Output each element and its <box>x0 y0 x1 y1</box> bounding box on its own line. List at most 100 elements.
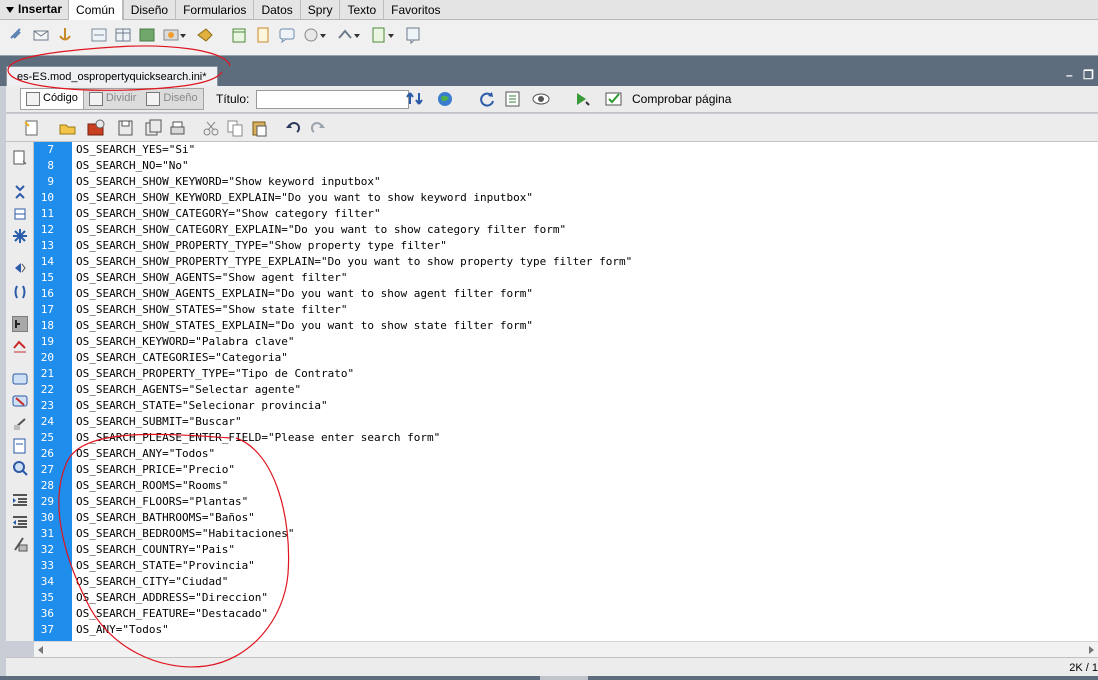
line-text[interactable]: OS_SEARCH_CATEGORIES="Categoria" <box>72 350 288 366</box>
code-line[interactable]: 17 OS_SEARCH_SHOW_STATES="Show state filt… <box>34 302 1098 318</box>
panel-expander-grip[interactable] <box>540 676 588 680</box>
server-include-icon[interactable] <box>254 26 272 44</box>
line-text[interactable]: OS_SEARCH_SUBMIT="Buscar" <box>72 414 242 430</box>
line-text[interactable]: OS_SEARCH_CITY="Ciudad" <box>72 574 228 590</box>
tab-spry[interactable]: Spry <box>299 0 340 19</box>
date-icon[interactable] <box>230 26 248 44</box>
code-editor[interactable]: 7 OS_SEARCH_YES="Si" 8 OS_SEARCH_NO="No" 9 OS… <box>34 142 1098 641</box>
tab-texto[interactable]: Texto <box>339 0 383 19</box>
line-text[interactable]: OS_SEARCH_SHOW_STATES="Show state filter… <box>72 302 348 318</box>
line-numbers-icon[interactable] <box>11 315 29 333</box>
comment-icon[interactable] <box>278 26 296 44</box>
code-line[interactable]: 28 OS_SEARCH_ROOMS="Rooms" <box>34 478 1098 494</box>
code-line[interactable]: 29 OS_SEARCH_FLOORS="Plantas" <box>34 494 1098 510</box>
cut-icon[interactable] <box>202 119 222 137</box>
code-line[interactable]: 36 OS_SEARCH_FEATURE="Destacado" <box>34 606 1098 622</box>
browse-in-bridge-icon[interactable] <box>86 119 106 137</box>
code-line[interactable]: 8 OS_SEARCH_NO="No" <box>34 158 1098 174</box>
new-document-icon[interactable] <box>22 119 42 137</box>
design-view-button[interactable]: Diseño <box>141 89 202 109</box>
images-icon[interactable] <box>162 26 186 44</box>
code-line[interactable]: 35 OS_SEARCH_ADDRESS="Direccion" <box>34 590 1098 606</box>
line-text[interactable]: OS_SEARCH_SHOW_PROPERTY_TYPE_EXPLAIN="Do… <box>72 254 632 270</box>
code-line[interactable]: 30 OS_SEARCH_BATHROOMS="Baños" <box>34 510 1098 526</box>
email-link-icon[interactable] <box>32 26 50 44</box>
code-line[interactable]: 19 OS_SEARCH_KEYWORD="Palabra clave" <box>34 334 1098 350</box>
code-line[interactable]: 31 OS_SEARCH_BEDROOMS="Habitaciones" <box>34 526 1098 542</box>
minimize-icon[interactable]: – <box>1066 68 1073 82</box>
line-text[interactable]: OS_SEARCH_PLEASE_ENTER_FIELD="Please ent… <box>72 430 440 446</box>
code-line[interactable]: 24 OS_SEARCH_SUBMIT="Buscar" <box>34 414 1098 430</box>
script-icon[interactable] <box>336 26 360 44</box>
code-line[interactable]: 22 OS_SEARCH_AGENTS="Selectar agente" <box>34 382 1098 398</box>
line-text[interactable]: OS_SEARCH_YES="Si" <box>72 142 195 158</box>
title-input[interactable] <box>256 90 409 109</box>
line-text[interactable]: OS_SEARCH_SHOW_CATEGORY="Show category f… <box>72 206 381 222</box>
highlight-invalid-code-icon[interactable] <box>12 338 28 354</box>
undo-icon[interactable] <box>284 119 304 137</box>
line-text[interactable]: OS_SEARCH_SHOW_PROPERTY_TYPE="Show prope… <box>72 238 447 254</box>
line-text[interactable]: OS_SEARCH_ADDRESS="Direccion" <box>72 590 268 606</box>
line-text[interactable]: OS_SEARCH_PROPERTY_TYPE="Tipo de Contrat… <box>72 366 354 382</box>
line-text[interactable]: OS_SEARCH_COUNTRY="Pais" <box>72 542 235 558</box>
line-text[interactable]: OS_SEARCH_KEYWORD="Palabra clave" <box>72 334 295 350</box>
wrap-tag-icon[interactable] <box>12 416 28 432</box>
code-line[interactable]: 27 OS_SEARCH_PRICE="Precio" <box>34 462 1098 478</box>
tab-comun[interactable]: Común <box>68 0 123 20</box>
move-css-icon[interactable] <box>12 460 28 476</box>
named-anchor-icon[interactable] <box>56 26 74 44</box>
tab-favoritos[interactable]: Favoritos <box>383 0 447 19</box>
line-text[interactable]: OS_SEARCH_BEDROOMS="Habitaciones" <box>72 526 295 542</box>
indent-code-icon[interactable] <box>12 492 28 508</box>
scroll-left-icon[interactable] <box>38 646 43 654</box>
code-line[interactable]: 14 OS_SEARCH_SHOW_PROPERTY_TYPE_EXPLAIN="… <box>34 254 1098 270</box>
save-icon[interactable] <box>116 119 136 137</box>
redo-icon[interactable] <box>308 119 328 137</box>
file-management-icon[interactable] <box>406 90 426 108</box>
collapse-full-tag-icon[interactable] <box>12 184 28 200</box>
line-text[interactable]: OS_SEARCH_PRICE="Precio" <box>72 462 235 478</box>
code-line[interactable]: 15 OS_SEARCH_SHOW_AGENTS="Show agent filt… <box>34 270 1098 286</box>
select-parent-tag-icon[interactable] <box>12 260 28 276</box>
visual-aids-icon[interactable] <box>532 90 552 108</box>
horizontal-rule-icon[interactable] <box>90 26 108 44</box>
scroll-right-icon[interactable] <box>1089 646 1094 654</box>
copy-icon[interactable] <box>226 119 246 137</box>
div-icon[interactable] <box>138 26 156 44</box>
line-text[interactable]: OS_SEARCH_ROOMS="Rooms" <box>72 478 228 494</box>
paste-icon[interactable] <box>250 119 270 137</box>
code-line[interactable]: 23 OS_SEARCH_STATE="Selecionar provincia" <box>34 398 1098 414</box>
refresh-icon[interactable] <box>478 90 498 108</box>
line-text[interactable]: OS_SEARCH_SHOW_KEYWORD_EXPLAIN="Do you w… <box>72 190 533 206</box>
code-line[interactable]: 26 OS_SEARCH_ANY="Todos" <box>34 446 1098 462</box>
remove-comment-icon[interactable] <box>12 394 28 410</box>
code-line[interactable]: 32 OS_SEARCH_COUNTRY="Pais" <box>34 542 1098 558</box>
code-line[interactable]: 13 OS_SEARCH_SHOW_PROPERTY_TYPE="Show pro… <box>34 238 1098 254</box>
line-text[interactable]: OS_SEARCH_NO="No" <box>72 158 189 174</box>
line-text[interactable]: OS_SEARCH_STATE="Selecionar provincia" <box>72 398 328 414</box>
code-line[interactable]: 21 OS_SEARCH_PROPERTY_TYPE="Tipo de Contr… <box>34 366 1098 382</box>
line-text[interactable]: OS_SEARCH_SHOW_STATES_EXPLAIN="Do you wa… <box>72 318 533 334</box>
view-options-icon[interactable] <box>504 90 524 108</box>
print-code-icon[interactable] <box>168 119 188 137</box>
restore-icon[interactable]: ❐ <box>1083 68 1094 82</box>
tag-chooser-icon[interactable] <box>404 26 422 45</box>
code-line[interactable]: 25 OS_SEARCH_PLEASE_ENTER_FIELD="Please e… <box>34 430 1098 446</box>
line-text[interactable]: OS_SEARCH_SHOW_AGENTS_EXPLAIN="Do you wa… <box>72 286 533 302</box>
code-line[interactable]: 12 OS_SEARCH_SHOW_CATEGORY_EXPLAIN="Do yo… <box>34 222 1098 238</box>
collapse-triangle-icon[interactable] <box>6 6 14 13</box>
line-text[interactable]: OS_SEARCH_BATHROOMS="Baños" <box>72 510 255 526</box>
balance-braces-icon[interactable] <box>12 284 28 300</box>
code-line[interactable]: 18 OS_SEARCH_SHOW_STATES_EXPLAIN="Do you … <box>34 318 1098 334</box>
open-documents-icon[interactable] <box>12 150 28 166</box>
line-text[interactable]: OS_SEARCH_FLOORS="Plantas" <box>72 494 248 510</box>
format-source-icon[interactable] <box>12 536 28 552</box>
document-tab[interactable]: es-ES.mod_ospropertyquicksearch.ini* <box>6 66 218 86</box>
hyperlink-icon[interactable] <box>8 26 26 44</box>
check-page-icon[interactable] <box>604 90 624 108</box>
line-text[interactable]: OS_ANY="Todos" <box>72 622 169 638</box>
code-line[interactable]: 34 OS_SEARCH_CITY="Ciudad" <box>34 574 1098 590</box>
line-text[interactable]: OS_SEARCH_SHOW_CATEGORY_EXPLAIN="Do you … <box>72 222 566 238</box>
preview-in-browser-icon[interactable] <box>436 90 456 108</box>
apply-comment-icon[interactable] <box>12 372 28 388</box>
